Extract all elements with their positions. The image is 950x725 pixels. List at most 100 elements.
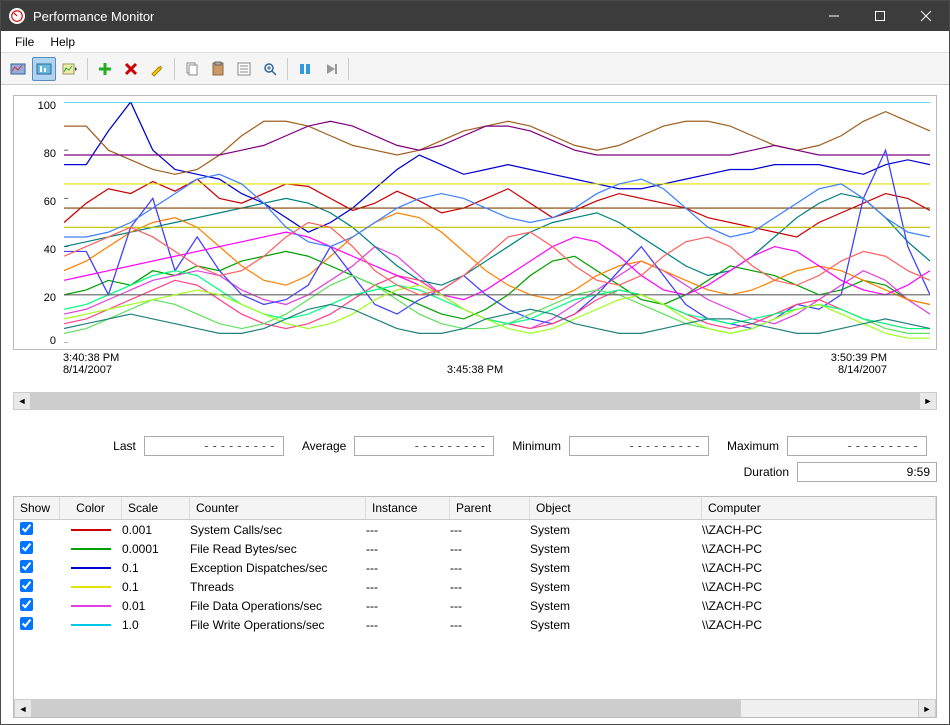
color-swatch	[71, 529, 111, 531]
app-window: Performance Monitor File Help 100	[0, 0, 950, 725]
duration-label: Duration	[744, 465, 789, 479]
color-swatch	[71, 605, 111, 607]
cell-scale: 1.0	[122, 618, 190, 632]
freeze-button[interactable]	[293, 57, 317, 81]
grid-scroll-left-icon[interactable]: ◄	[14, 700, 32, 717]
duration-value: 9:59	[797, 462, 937, 482]
hdr-counter[interactable]: Counter	[190, 497, 366, 519]
cell-computer: \\ZACH-PC	[702, 618, 936, 632]
paste-button[interactable]	[206, 57, 230, 81]
table-row[interactable]: 0.1Threads------System\\ZACH-PC	[14, 577, 936, 596]
show-checkbox[interactable]	[20, 617, 33, 630]
cell-instance: ---	[366, 523, 450, 537]
cell-object: System	[530, 523, 702, 537]
cell-parent: ---	[450, 599, 530, 613]
ytick: 80	[44, 148, 56, 160]
zoom-button[interactable]	[258, 57, 282, 81]
avg-label: Average	[302, 439, 346, 453]
scroll-left-icon[interactable]: ◄	[13, 392, 31, 410]
minimize-button[interactable]	[811, 1, 857, 31]
y-axis: 100 80 60 40 20 0	[14, 96, 60, 349]
show-checkbox[interactable]	[20, 522, 33, 535]
hdr-parent[interactable]: Parent	[450, 497, 530, 519]
table-row[interactable]: 0.001System Calls/sec------System\\ZACH-…	[14, 520, 936, 539]
date-start: 8/14/2007	[63, 364, 119, 376]
cell-object: System	[530, 542, 702, 556]
ytick: 60	[44, 196, 56, 208]
menubar: File Help	[1, 31, 949, 53]
cell-scale: 0.0001	[122, 542, 190, 556]
hdr-scale[interactable]: Scale	[122, 497, 190, 519]
max-value: ---------	[787, 436, 927, 456]
cell-parent: ---	[450, 618, 530, 632]
cell-instance: ---	[366, 580, 450, 594]
menu-file[interactable]: File	[7, 33, 42, 51]
cell-counter: File Data Operations/sec	[190, 599, 366, 613]
show-checkbox[interactable]	[20, 560, 33, 573]
highlight-button[interactable]	[145, 57, 169, 81]
hdr-computer[interactable]: Computer	[702, 497, 936, 519]
table-row[interactable]: 0.0001File Read Bytes/sec------System\\Z…	[14, 539, 936, 558]
close-button[interactable]	[903, 1, 949, 31]
show-checkbox[interactable]	[20, 541, 33, 554]
color-swatch	[71, 586, 111, 588]
scroll-track[interactable]	[31, 392, 919, 410]
cell-object: System	[530, 618, 702, 632]
show-checkbox[interactable]	[20, 579, 33, 592]
color-swatch	[71, 567, 111, 569]
hdr-instance[interactable]: Instance	[366, 497, 450, 519]
cell-counter: File Read Bytes/sec	[190, 542, 366, 556]
properties-button[interactable]	[232, 57, 256, 81]
hdr-color[interactable]: Color	[60, 497, 122, 519]
cell-instance: ---	[366, 618, 450, 632]
grid-hscroll[interactable]: ◄ ►	[14, 699, 936, 717]
cell-scale: 0.1	[122, 561, 190, 575]
copy-button[interactable]	[180, 57, 204, 81]
menu-help[interactable]: Help	[42, 33, 83, 51]
cell-computer: \\ZACH-PC	[702, 580, 936, 594]
window-title: Performance Monitor	[33, 9, 811, 24]
cell-scale: 0.1	[122, 580, 190, 594]
ytick: 40	[44, 244, 56, 256]
cell-object: System	[530, 599, 702, 613]
cell-parent: ---	[450, 523, 530, 537]
cell-scale: 0.001	[122, 523, 190, 537]
cell-counter: System Calls/sec	[190, 523, 366, 537]
cell-computer: \\ZACH-PC	[702, 523, 936, 537]
cell-computer: \\ZACH-PC	[702, 599, 936, 613]
delete-button[interactable]	[119, 57, 143, 81]
scroll-thumb[interactable]	[31, 393, 919, 409]
last-value: ---------	[144, 436, 284, 456]
view-graph-dropdown-icon[interactable]	[58, 57, 82, 81]
ytick: 100	[38, 100, 56, 112]
maximize-button[interactable]	[857, 1, 903, 31]
x-axis-labels: 3:40:38 PM 8/14/2007 3:45:38 PM 3:50:39 …	[13, 350, 937, 378]
chart-plot-area	[64, 102, 930, 343]
cell-counter: File Write Operations/sec	[190, 618, 366, 632]
cell-scale: 0.01	[122, 599, 190, 613]
cell-object: System	[530, 580, 702, 594]
counter-grid: Show Color Scale Counter Instance Parent…	[13, 496, 937, 718]
time-end: 3:50:39 PM	[831, 352, 887, 364]
view-current-icon[interactable]	[6, 57, 30, 81]
hdr-show[interactable]: Show	[14, 497, 60, 519]
grid-body[interactable]: 0.001System Calls/sec------System\\ZACH-…	[14, 520, 936, 699]
grid-scroll-right-icon[interactable]: ►	[918, 700, 936, 717]
time-scrollbar[interactable]: ◄ ►	[13, 392, 937, 410]
update-button[interactable]	[319, 57, 343, 81]
view-log-icon[interactable]	[32, 57, 56, 81]
color-swatch	[71, 548, 111, 550]
grid-scroll-thumb[interactable]	[32, 700, 741, 717]
table-row[interactable]: 1.0File Write Operations/sec------System…	[14, 615, 936, 634]
table-row[interactable]: 0.01File Data Operations/sec------System…	[14, 596, 936, 615]
scroll-right-icon[interactable]: ►	[919, 392, 937, 410]
cell-computer: \\ZACH-PC	[702, 561, 936, 575]
hdr-object[interactable]: Object	[530, 497, 702, 519]
stats-bar: Last --------- Average --------- Minimum…	[13, 436, 937, 456]
chart[interactable]: 100 80 60 40 20 0	[13, 95, 937, 350]
avg-value: ---------	[354, 436, 494, 456]
show-checkbox[interactable]	[20, 598, 33, 611]
table-row[interactable]: 0.1Exception Dispatches/sec------System\…	[14, 558, 936, 577]
ytick: 0	[50, 335, 56, 347]
add-button[interactable]	[93, 57, 117, 81]
